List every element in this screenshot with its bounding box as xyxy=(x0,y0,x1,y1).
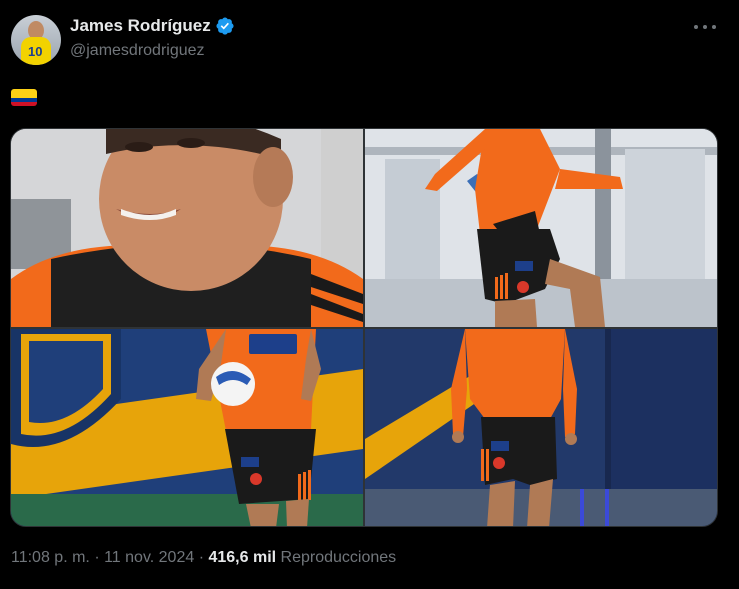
verified-badge-icon[interactable] xyxy=(215,16,235,36)
meta-separator: · xyxy=(198,549,205,566)
more-icon[interactable] xyxy=(694,17,716,37)
photo-1-illustration xyxy=(11,129,363,327)
author-name-row: James Rodríguez xyxy=(70,15,235,37)
photo-2-illustration xyxy=(365,129,717,327)
author-handle[interactable]: @jamesdrodriguez xyxy=(70,42,205,60)
tweet-time[interactable]: 11:08 p. m. xyxy=(11,549,90,566)
media-photo-3[interactable] xyxy=(11,329,363,526)
tweet-date[interactable]: 11 nov. 2024 xyxy=(104,549,194,566)
avatar[interactable]: 10 xyxy=(11,15,61,65)
avatar-shirt: 10 xyxy=(21,37,51,65)
photo-4-illustration xyxy=(365,329,717,526)
views-count: 416,6 mil xyxy=(208,549,277,566)
meta-separator: · xyxy=(94,549,100,566)
media-photo-2[interactable] xyxy=(365,129,717,327)
media-photo-1[interactable] xyxy=(11,129,363,327)
colombia-flag-icon xyxy=(11,89,37,106)
media-photo-4[interactable] xyxy=(365,329,717,526)
avatar-jersey-number: 10 xyxy=(28,44,43,59)
views-label: Reproducciones xyxy=(280,549,397,566)
photo-3-illustration xyxy=(11,329,363,526)
media-grid xyxy=(10,128,718,527)
tweet-meta-row: 11:08 p. m. · 11 nov. 2024 · 416,6 mil R… xyxy=(11,549,396,567)
author-display-name[interactable]: James Rodríguez xyxy=(70,16,211,36)
